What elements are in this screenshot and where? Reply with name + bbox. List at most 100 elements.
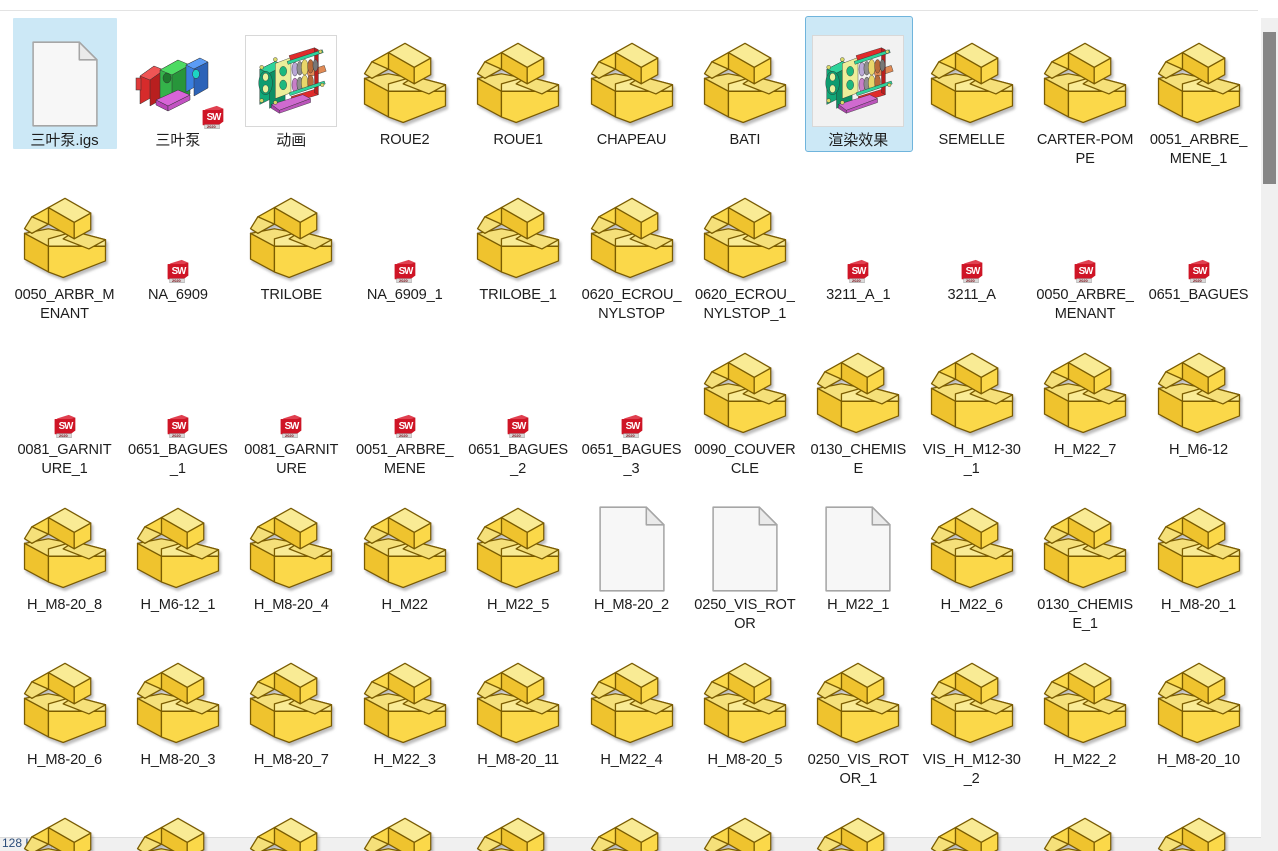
file-icon[interactable]: S W 2020 [121, 173, 234, 285]
file-icon[interactable] [235, 483, 348, 595]
file-icon[interactable] [348, 18, 461, 130]
file-item[interactable]: CARTER-POMPE [1029, 18, 1142, 169]
file-icon[interactable] [575, 173, 688, 285]
file-icon[interactable] [575, 793, 688, 851]
file-icon[interactable] [121, 793, 234, 851]
file-item[interactable]: 0250_VIS_ROTOR_1 [802, 638, 915, 789]
file-icon[interactable] [802, 638, 915, 750]
file-icon[interactable] [348, 793, 461, 851]
file-item[interactable]: S W 2020 0651_BAGUES_1 [121, 328, 234, 479]
file-item[interactable]: H_M6-12 [1142, 328, 1255, 460]
file-item[interactable]: 0620_ECROU_NYLSTOP_1 [688, 173, 801, 324]
file-icon[interactable] [462, 483, 575, 595]
file-item[interactable] [348, 793, 461, 851]
file-icon[interactable] [348, 638, 461, 750]
file-item[interactable]: 动画 [235, 18, 348, 150]
file-item[interactable]: VIS_H_M12-30_2 [915, 638, 1028, 789]
file-icon[interactable]: S W 2020 [1142, 173, 1255, 285]
file-item[interactable]: S W 2020 NA_6909_1 [348, 173, 461, 305]
file-icon[interactable] [121, 638, 234, 750]
file-item[interactable] [688, 793, 801, 851]
file-icon[interactable]: S W 2020 [348, 173, 461, 285]
file-icon[interactable] [235, 793, 348, 851]
file-item[interactable] [235, 793, 348, 851]
file-icon[interactable]: S W 2020 [348, 328, 461, 440]
file-item[interactable]: VIS_H_M12-30_1 [915, 328, 1028, 479]
file-item[interactable]: TRILOBE_1 [462, 173, 575, 305]
file-icon[interactable] [462, 638, 575, 750]
file-icon[interactable]: S W 2020 [575, 328, 688, 440]
file-item[interactable]: H_M6-12_1 [121, 483, 234, 615]
file-item[interactable]: 0620_ECROU_NYLSTOP [575, 173, 688, 324]
file-item[interactable]: H_M22_4 [575, 638, 688, 770]
file-icon[interactable]: S W 2020 [462, 328, 575, 440]
file-item[interactable]: S W 2020 3211_A [915, 173, 1028, 305]
file-item[interactable]: H_M8-20_2 [575, 483, 688, 615]
file-item[interactable]: H_M22 [348, 483, 461, 615]
vertical-scrollbar[interactable] [1261, 18, 1278, 851]
file-icon[interactable] [235, 173, 348, 285]
file-item[interactable] [121, 793, 234, 851]
file-item[interactable]: 0051_ARBRE_MENE_1 [1142, 18, 1255, 169]
file-icon[interactable] [8, 793, 121, 851]
file-icon[interactable] [235, 18, 348, 130]
file-item[interactable]: BATI [688, 18, 801, 150]
file-icon[interactable] [915, 793, 1028, 851]
file-item[interactable] [462, 793, 575, 851]
file-item[interactable]: S W 2020 0050_ARBRE_MENANT [1029, 173, 1142, 324]
file-icon[interactable] [348, 483, 461, 595]
file-item[interactable]: H_M8-20_6 [8, 638, 121, 770]
file-item[interactable]: S W 2020 0651_BAGUES [1142, 173, 1255, 305]
file-item[interactable]: 0090_COUVERCLE [688, 328, 801, 479]
file-icon[interactable] [1029, 18, 1142, 130]
file-icon[interactable] [1029, 793, 1142, 851]
file-icon[interactable] [1142, 638, 1255, 750]
file-item[interactable]: S W 2020 0051_ARBRE_MENE [348, 328, 461, 479]
file-item[interactable]: H_M8-20_11 [462, 638, 575, 770]
file-item[interactable]: H_M8-20_3 [121, 638, 234, 770]
file-icon[interactable]: S W 2020 [802, 173, 915, 285]
file-item[interactable]: CHAPEAU [575, 18, 688, 150]
file-item[interactable]: H_M8-20_7 [235, 638, 348, 770]
file-icon[interactable] [688, 18, 801, 130]
file-icon[interactable] [802, 328, 915, 440]
file-item[interactable]: 0130_CHEMISE [802, 328, 915, 479]
file-icon[interactable] [1142, 18, 1255, 130]
file-icon[interactable] [915, 18, 1028, 130]
file-item[interactable] [802, 793, 915, 851]
file-icon[interactable]: S W 2020 [8, 328, 121, 440]
file-item[interactable]: H_M22_1 [802, 483, 915, 615]
file-item[interactable] [915, 793, 1028, 851]
file-item[interactable]: 0250_VIS_ROTOR [688, 483, 801, 634]
file-icon[interactable] [1029, 483, 1142, 595]
file-icon[interactable] [688, 793, 801, 851]
file-icon[interactable] [8, 638, 121, 750]
file-icon[interactable] [8, 18, 121, 130]
file-icon[interactable] [462, 173, 575, 285]
file-item[interactable]: H_M8-20_8 [8, 483, 121, 615]
file-item[interactable]: TRILOBE [235, 173, 348, 305]
file-icon[interactable] [121, 483, 234, 595]
file-icon[interactable] [8, 173, 121, 285]
file-item[interactable]: H_M22_7 [1029, 328, 1142, 460]
file-item[interactable]: S W 2020 NA_6909 [121, 173, 234, 305]
file-item[interactable]: 0050_ARBR_MENANT [8, 173, 121, 324]
file-icon[interactable] [802, 483, 915, 595]
file-icon[interactable] [688, 638, 801, 750]
file-icon[interactable] [688, 173, 801, 285]
icon-grid[interactable]: 三叶泵.igs S W 2020 三叶泵 动画 ROUE2 ROUE1 CHAP… [8, 16, 1256, 851]
file-item[interactable]: 三叶泵.igs [8, 18, 121, 150]
file-icon[interactable]: S W 2020 [121, 18, 234, 130]
file-item[interactable] [1029, 793, 1142, 851]
file-item[interactable]: SEMELLE [915, 18, 1028, 150]
file-item[interactable]: S W 2020 0651_BAGUES_3 [575, 328, 688, 479]
file-item[interactable] [8, 793, 121, 851]
file-icon[interactable] [1142, 328, 1255, 440]
file-item[interactable]: S W 2020 0651_BAGUES_2 [462, 328, 575, 479]
file-icon[interactable] [802, 18, 915, 130]
scrollbar-thumb[interactable] [1263, 32, 1276, 184]
file-item[interactable] [575, 793, 688, 851]
file-item[interactable]: S W 2020 0081_GARNITURE [235, 328, 348, 479]
file-icon[interactable] [575, 483, 688, 595]
file-item[interactable]: H_M22_5 [462, 483, 575, 615]
